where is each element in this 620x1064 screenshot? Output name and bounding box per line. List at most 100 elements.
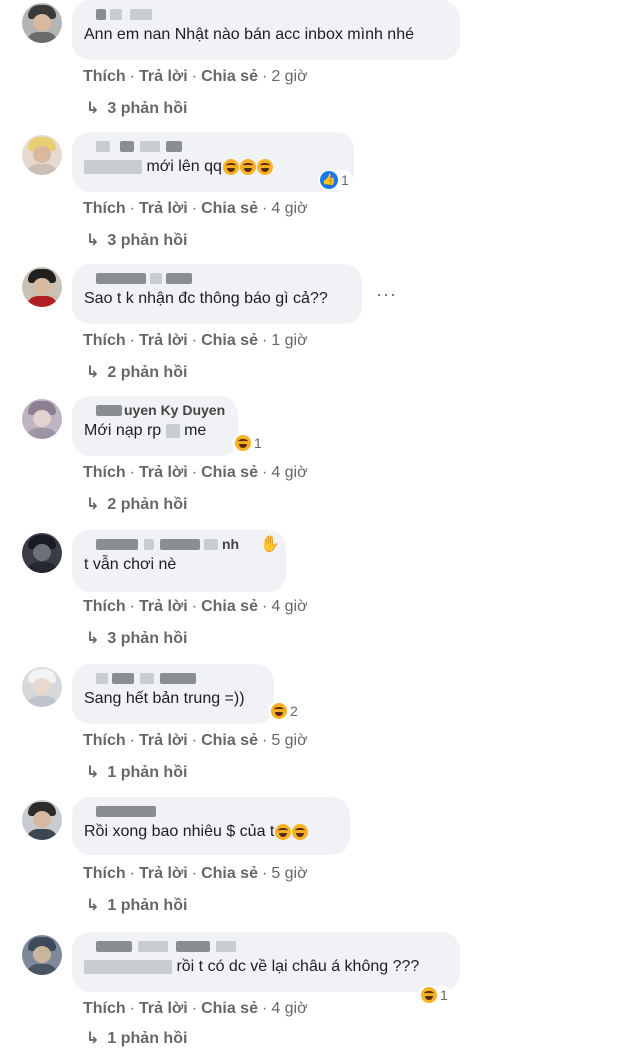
avatar[interactable] xyxy=(22,800,62,840)
reaction-summary[interactable]: 👍 1 xyxy=(318,170,353,190)
reaction-summary[interactable]: 1 xyxy=(232,434,266,452)
comment-item: rồi t có dc về lại châu á không ??? 1 Th… xyxy=(0,932,620,1064)
like-link[interactable]: Thích xyxy=(83,200,126,217)
reply-link[interactable]: Trả lời xyxy=(139,598,188,615)
view-replies-link[interactable]: ↳ 2 phản hồi xyxy=(86,494,187,514)
avatar[interactable] xyxy=(22,667,62,707)
like-link[interactable]: Thích xyxy=(83,598,126,615)
like-link[interactable]: Thích xyxy=(83,464,126,481)
comment-item: Sao t k nhận đc thông báo gì cả?? ··· Th… xyxy=(0,264,620,396)
share-link[interactable]: Chia sẻ xyxy=(201,68,258,85)
view-replies-link[interactable]: ↳ 2 phản hồi xyxy=(86,362,187,382)
share-link[interactable]: Chia sẻ xyxy=(201,732,258,749)
replies-count: 1 phản hồi xyxy=(107,897,188,914)
comment-actions: Thích · Trả lời · Chia sẻ · 5 giờ xyxy=(83,732,308,749)
reaction-count: 1 xyxy=(254,435,262,451)
comment-actions: Thích · Trả lời · Chia sẻ · 4 giờ xyxy=(83,1000,308,1017)
reply-link[interactable]: Trả lời xyxy=(139,332,188,349)
comment-actions: Thích · Trả lời · Chia sẻ · 4 giờ xyxy=(83,200,308,217)
reply-arrow-icon: ↳ xyxy=(86,100,100,117)
comment-bubble: Sao t k nhận đc thông báo gì cả?? xyxy=(72,264,362,324)
comment-text: Sao t k nhận đc thông báo gì cả?? xyxy=(84,290,328,307)
comment-bubble: uyen Ky Duyen Mới nạp rp me xyxy=(72,396,238,456)
reply-link[interactable]: Trả lời xyxy=(139,732,188,749)
commenter-name[interactable] xyxy=(84,270,350,288)
comment-item: Rồi xong bao nhiêu $ của t Thích · Trả lời… xyxy=(0,797,620,929)
comment-text: Ann em nan Nhật nào bán acc inbox mình n… xyxy=(84,26,414,43)
avatar[interactable] xyxy=(22,135,62,175)
reply-link[interactable]: Trả lời xyxy=(139,464,188,481)
share-link[interactable]: Chia sẻ xyxy=(201,332,258,349)
share-link[interactable]: Chia sẻ xyxy=(201,464,258,481)
comment-time[interactable]: 4 giờ xyxy=(271,1000,307,1017)
commenter-name[interactable] xyxy=(84,938,448,956)
avatar[interactable] xyxy=(22,3,62,43)
comment-actions: Thích · Trả lời · Chia sẻ · 2 giờ xyxy=(83,68,308,85)
redacted-text xyxy=(84,159,142,174)
comment-item: Sang hết bản trung =)) 2 Thích · Trả lời · C… xyxy=(0,664,620,796)
comment-actions: Thích · Trả lời · Chia sẻ · 4 giờ xyxy=(83,598,308,615)
view-replies-link[interactable]: ↳ 1 phản hồi xyxy=(86,895,187,915)
commenter-name[interactable] xyxy=(84,670,262,688)
view-replies-link[interactable]: ↳ 3 phản hồi xyxy=(86,230,187,250)
replies-count: 1 phản hồi xyxy=(107,1030,188,1047)
replies-count: 1 phản hồi xyxy=(107,764,188,781)
comment-text-suffix: me xyxy=(184,422,207,439)
replies-count: 3 phản hồi xyxy=(107,630,188,647)
more-options-icon[interactable]: ··· xyxy=(376,284,397,305)
like-link[interactable]: Thích xyxy=(83,68,126,85)
like-link[interactable]: Thích xyxy=(83,865,126,882)
avatar[interactable] xyxy=(22,267,62,307)
like-link[interactable]: Thích xyxy=(83,1000,126,1017)
comment-text: rồi t có dc về lại châu á không ??? xyxy=(176,958,420,975)
share-link[interactable]: Chia sẻ xyxy=(201,200,258,217)
comment-time[interactable]: 5 giờ xyxy=(271,865,307,882)
avatar[interactable] xyxy=(22,533,62,573)
comment-text: t vẫn chơi nè xyxy=(84,556,177,573)
view-replies-link[interactable]: ↳ 1 phản hồi xyxy=(86,1028,187,1048)
reaction-summary[interactable]: 2 xyxy=(268,702,302,720)
comment-time[interactable]: 1 giờ xyxy=(271,332,307,349)
haha-emoji-icon xyxy=(222,158,239,175)
reply-arrow-icon: ↳ xyxy=(86,1030,100,1047)
comment-time[interactable]: 2 giờ xyxy=(271,68,307,85)
commenter-name[interactable] xyxy=(84,803,338,821)
view-replies-link[interactable]: ↳ 3 phản hồi xyxy=(86,628,187,648)
reply-link[interactable]: Trả lời xyxy=(139,200,188,217)
wave-icon: ✋ xyxy=(260,536,280,553)
view-replies-link[interactable]: ↳ 1 phản hồi xyxy=(86,762,187,782)
comment-time[interactable]: 4 giờ xyxy=(271,598,307,615)
comment-bubble: rồi t có dc về lại châu á không ??? xyxy=(72,932,460,992)
comment-time[interactable]: 5 giờ xyxy=(271,732,307,749)
share-link[interactable]: Chia sẻ xyxy=(201,1000,258,1017)
share-link[interactable]: Chia sẻ xyxy=(201,598,258,615)
comment-actions: Thích · Trả lời · Chia sẻ · 5 giờ xyxy=(83,865,308,882)
comment-time[interactable]: 4 giờ xyxy=(271,464,307,481)
avatar[interactable] xyxy=(22,935,62,975)
crying-emoji-icon xyxy=(275,823,292,840)
reply-arrow-icon: ↳ xyxy=(86,232,100,249)
commenter-name[interactable]: uyen Ky Duyen xyxy=(84,402,226,420)
reply-link[interactable]: Trả lời xyxy=(139,68,188,85)
commenter-name[interactable] xyxy=(84,6,448,24)
crying-emoji-icon xyxy=(292,823,309,840)
avatar[interactable] xyxy=(22,399,62,439)
replies-count: 2 phản hồi xyxy=(107,496,188,513)
comment-time[interactable]: 4 giờ xyxy=(271,200,307,217)
like-link[interactable]: Thích xyxy=(83,732,126,749)
like-link[interactable]: Thích xyxy=(83,332,126,349)
comment-text: Rồi xong bao nhiêu $ của t xyxy=(84,823,275,840)
commenter-name[interactable] xyxy=(84,138,342,156)
view-replies-link[interactable]: ↳ 3 phản hồi xyxy=(86,98,187,118)
reaction-count: 1 xyxy=(341,172,349,188)
share-link[interactable]: Chia sẻ xyxy=(201,865,258,882)
comment-bubble: Sang hết bản trung =)) xyxy=(72,664,274,724)
comment-item: Ann em nan Nhật nào bán acc inbox mình n… xyxy=(0,0,620,132)
reaction-summary[interactable]: 1 xyxy=(418,986,452,1004)
replies-count: 3 phản hồi xyxy=(107,232,188,249)
reply-arrow-icon: ↳ xyxy=(86,897,100,914)
comment-bubble: Rồi xong bao nhiêu $ của t xyxy=(72,797,350,855)
reply-link[interactable]: Trả lời xyxy=(139,1000,188,1017)
reply-link[interactable]: Trả lời xyxy=(139,865,188,882)
commenter-name[interactable]: nh ✋ xyxy=(84,536,280,554)
